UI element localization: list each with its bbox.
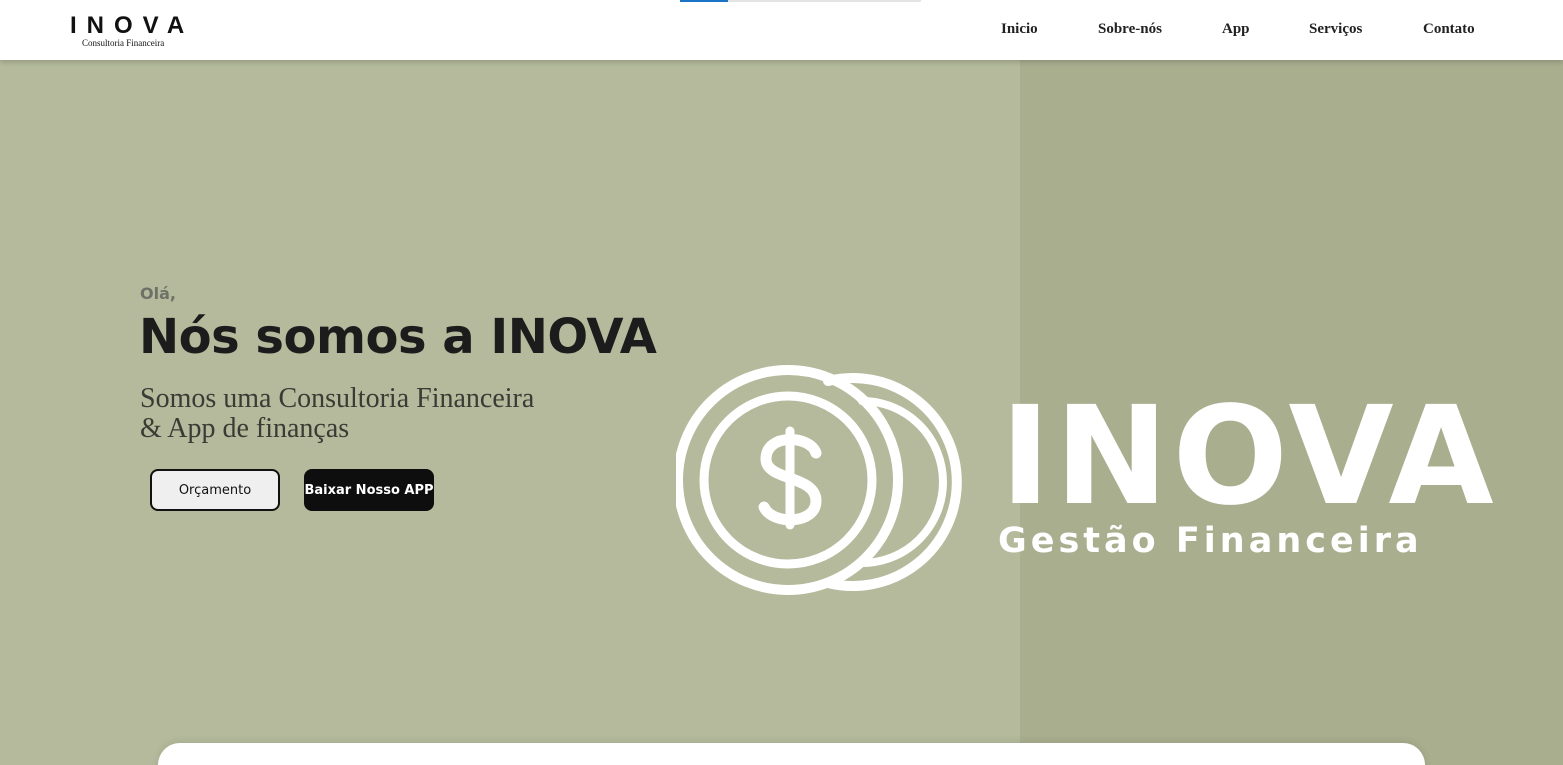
download-app-button[interactable]: Baixar Nosso APP [304,469,434,511]
logo-subtitle: Consultoria Financeira [82,38,165,48]
dollar-coins-icon [676,365,962,595]
nav-sobre-nos[interactable]: Sobre-nós [1098,21,1162,38]
brand-artwork: INOVA Gestão Financeira [676,365,1496,597]
nav-contato[interactable]: Contato [1423,21,1475,38]
brand-name: INOVA [1000,378,1498,536]
site-logo[interactable]: INOVA Consultoria Financeira [70,14,194,48]
logo-title: INOVA [70,12,195,39]
quote-button[interactable]: Orçamento [150,469,280,511]
nav-app[interactable]: App [1222,21,1250,38]
hero-greeting: Olá, [140,284,176,303]
hero-subline-line-1: Somos uma Consultoria Financeira [140,383,535,414]
scroll-progress-bar [680,0,921,2]
content-card [158,743,1425,765]
brand-tagline: Gestão Financeira [998,521,1423,561]
hero-subline: Somos uma Consultoria Financeira & App d… [140,384,610,444]
hero-headline: Nós somos a INOVA [139,309,657,365]
nav-servicos[interactable]: Serviços [1309,21,1362,38]
site-header: INOVA Consultoria Financeira Inicio Sobr… [0,0,1563,60]
hero-subline-line-2: & App de finanças [140,413,350,444]
nav-inicio[interactable]: Inicio [1001,21,1038,38]
scroll-progress-fill [680,0,729,2]
